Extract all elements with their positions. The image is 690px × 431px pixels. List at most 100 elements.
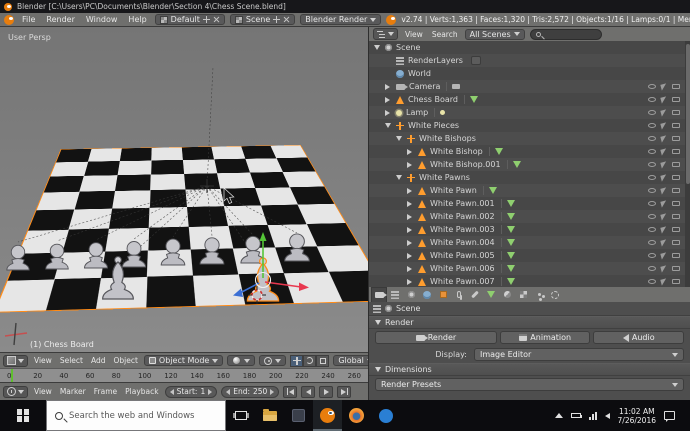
tab-scene[interactable] bbox=[403, 287, 419, 302]
outliner-row[interactable]: White Pawn.003 bbox=[369, 223, 690, 236]
firefox-button[interactable] bbox=[342, 400, 371, 431]
outliner-row[interactable]: Chess Board bbox=[369, 93, 690, 106]
outliner-row[interactable]: White Bishop.001 bbox=[369, 158, 690, 171]
expander-closed-icon[interactable] bbox=[405, 188, 414, 194]
dimensions-section-header[interactable]: Dimensions bbox=[369, 363, 690, 376]
timeline-menu-view[interactable]: View bbox=[32, 387, 54, 396]
expander-closed-icon[interactable] bbox=[405, 162, 414, 168]
visibility-eye-icon[interactable] bbox=[648, 240, 656, 245]
outliner-row[interactable]: Lamp bbox=[369, 106, 690, 119]
timeline-ruler[interactable]: 020406080100120140160180200220240260 bbox=[0, 368, 368, 382]
add-scene-icon[interactable] bbox=[273, 16, 280, 23]
selectability-pointer-icon[interactable] bbox=[660, 148, 667, 155]
audio-button[interactable]: Audio bbox=[593, 331, 684, 344]
expander-closed-icon[interactable] bbox=[405, 214, 414, 220]
manipulator-translate-button[interactable] bbox=[290, 355, 303, 367]
visibility-eye-icon[interactable] bbox=[648, 214, 656, 219]
selectability-pointer-icon[interactable] bbox=[660, 83, 667, 90]
visibility-eye-icon[interactable] bbox=[648, 266, 656, 271]
tab-render-layers[interactable] bbox=[387, 287, 403, 302]
scene-selector[interactable]: Scene bbox=[230, 14, 295, 25]
renderability-camera-icon[interactable] bbox=[672, 149, 680, 154]
taskbar-clock[interactable]: 11:02 AM 7/26/2016 bbox=[618, 407, 656, 425]
tray-expand-icon[interactable] bbox=[555, 413, 563, 418]
selectability-pointer-icon[interactable] bbox=[660, 226, 667, 233]
visibility-eye-icon[interactable] bbox=[648, 97, 656, 102]
titlebar[interactable]: Blender [C:\Users\PC\Documents\Blender\S… bbox=[0, 0, 690, 13]
increment-icon[interactable] bbox=[208, 389, 212, 395]
taskbar-search-input[interactable]: Search the web and Windows bbox=[46, 400, 226, 431]
expander-closed-icon[interactable] bbox=[383, 110, 392, 116]
renderability-camera-icon[interactable] bbox=[672, 214, 680, 219]
expander-open-icon[interactable] bbox=[383, 123, 392, 128]
render-engine-selector[interactable]: Blender Render bbox=[300, 14, 381, 25]
outliner-editor-selector[interactable] bbox=[373, 28, 398, 40]
renderability-camera-icon[interactable] bbox=[672, 201, 680, 206]
volume-icon[interactable] bbox=[605, 413, 610, 419]
visibility-eye-icon[interactable] bbox=[648, 110, 656, 115]
renderability-camera-icon[interactable] bbox=[672, 279, 680, 284]
selectability-pointer-icon[interactable] bbox=[660, 161, 667, 168]
tab-physics[interactable] bbox=[547, 287, 563, 302]
outliner-row[interactable]: World bbox=[369, 67, 690, 80]
outliner-search-input[interactable] bbox=[530, 29, 602, 40]
pivot-dropdown[interactable] bbox=[259, 355, 286, 366]
visibility-eye-icon[interactable] bbox=[648, 136, 656, 141]
battery-icon[interactable] bbox=[571, 413, 581, 418]
outliner-menu-search[interactable]: Search bbox=[430, 30, 460, 39]
renderability-camera-icon[interactable] bbox=[672, 253, 680, 258]
jump-to-end-button[interactable] bbox=[337, 386, 351, 398]
visibility-eye-icon[interactable] bbox=[648, 188, 656, 193]
taskbar-app-blue-button[interactable] bbox=[371, 400, 400, 431]
blender-menu-icon[interactable] bbox=[4, 15, 14, 25]
expander-closed-icon[interactable] bbox=[405, 227, 414, 233]
outliner-panel[interactable]: SceneRenderLayersWorldCameraChess BoardL… bbox=[368, 41, 690, 287]
outliner-row[interactable]: White Pieces bbox=[369, 119, 690, 132]
selectability-pointer-icon[interactable] bbox=[660, 252, 667, 259]
taskbar-app-button[interactable] bbox=[284, 400, 313, 431]
editor-type-selector[interactable] bbox=[3, 355, 28, 367]
viewport-menu-view[interactable]: View bbox=[32, 356, 54, 365]
tab-texture[interactable] bbox=[515, 287, 531, 302]
timeline-menu-marker[interactable]: Marker bbox=[58, 387, 88, 396]
display-dropdown[interactable]: Image Editor bbox=[474, 348, 684, 361]
outliner-row[interactable]: White Pawns bbox=[369, 171, 690, 184]
renderability-camera-icon[interactable] bbox=[672, 227, 680, 232]
visibility-eye-icon[interactable] bbox=[648, 175, 656, 180]
mode-dropdown[interactable]: Object Mode bbox=[144, 355, 223, 366]
selectability-pointer-icon[interactable] bbox=[660, 122, 667, 129]
tab-material[interactable] bbox=[499, 287, 515, 302]
renderability-camera-icon[interactable] bbox=[672, 97, 680, 102]
renderlayer-button[interactable] bbox=[471, 56, 481, 65]
scrollbar-thumb[interactable] bbox=[686, 44, 690, 184]
task-view-button[interactable] bbox=[226, 400, 255, 431]
expander-open-icon[interactable] bbox=[372, 45, 381, 50]
viewport-3d[interactable]: User Persp (1) Chess Board bbox=[0, 27, 368, 352]
pawn-piece[interactable] bbox=[85, 243, 108, 268]
expander-closed-icon[interactable] bbox=[405, 240, 414, 246]
visibility-eye-icon[interactable] bbox=[648, 84, 656, 89]
empty-axes-object[interactable] bbox=[200, 179, 214, 193]
expander-closed-icon[interactable] bbox=[405, 266, 414, 272]
outliner-row[interactable]: Camera bbox=[369, 80, 690, 93]
outliner-row[interactable]: White Pawn.002 bbox=[369, 210, 690, 223]
expander-closed-icon[interactable] bbox=[405, 279, 414, 285]
close-scene-icon[interactable] bbox=[283, 16, 290, 23]
selectability-pointer-icon[interactable] bbox=[660, 109, 667, 116]
selectability-pointer-icon[interactable] bbox=[660, 213, 667, 220]
outliner-filter-dropdown[interactable]: All Scenes bbox=[465, 29, 525, 40]
visibility-eye-icon[interactable] bbox=[648, 149, 656, 154]
outliner-row[interactable]: White Bishops bbox=[369, 132, 690, 145]
tab-particles[interactable] bbox=[531, 287, 547, 302]
menu-file[interactable]: File bbox=[19, 15, 38, 24]
shading-dropdown[interactable] bbox=[227, 355, 255, 366]
tab-object-data[interactable] bbox=[483, 287, 499, 302]
outliner-row[interactable]: RenderLayers bbox=[369, 54, 690, 67]
viewport-menu-add[interactable]: Add bbox=[89, 356, 108, 365]
network-icon[interactable] bbox=[589, 412, 597, 420]
tab-render[interactable] bbox=[371, 287, 387, 302]
expander-closed-icon[interactable] bbox=[405, 149, 414, 155]
frame-start-field[interactable]: Start: 1 bbox=[165, 386, 218, 398]
renderability-camera-icon[interactable] bbox=[672, 240, 680, 245]
selectability-pointer-icon[interactable] bbox=[660, 96, 667, 103]
